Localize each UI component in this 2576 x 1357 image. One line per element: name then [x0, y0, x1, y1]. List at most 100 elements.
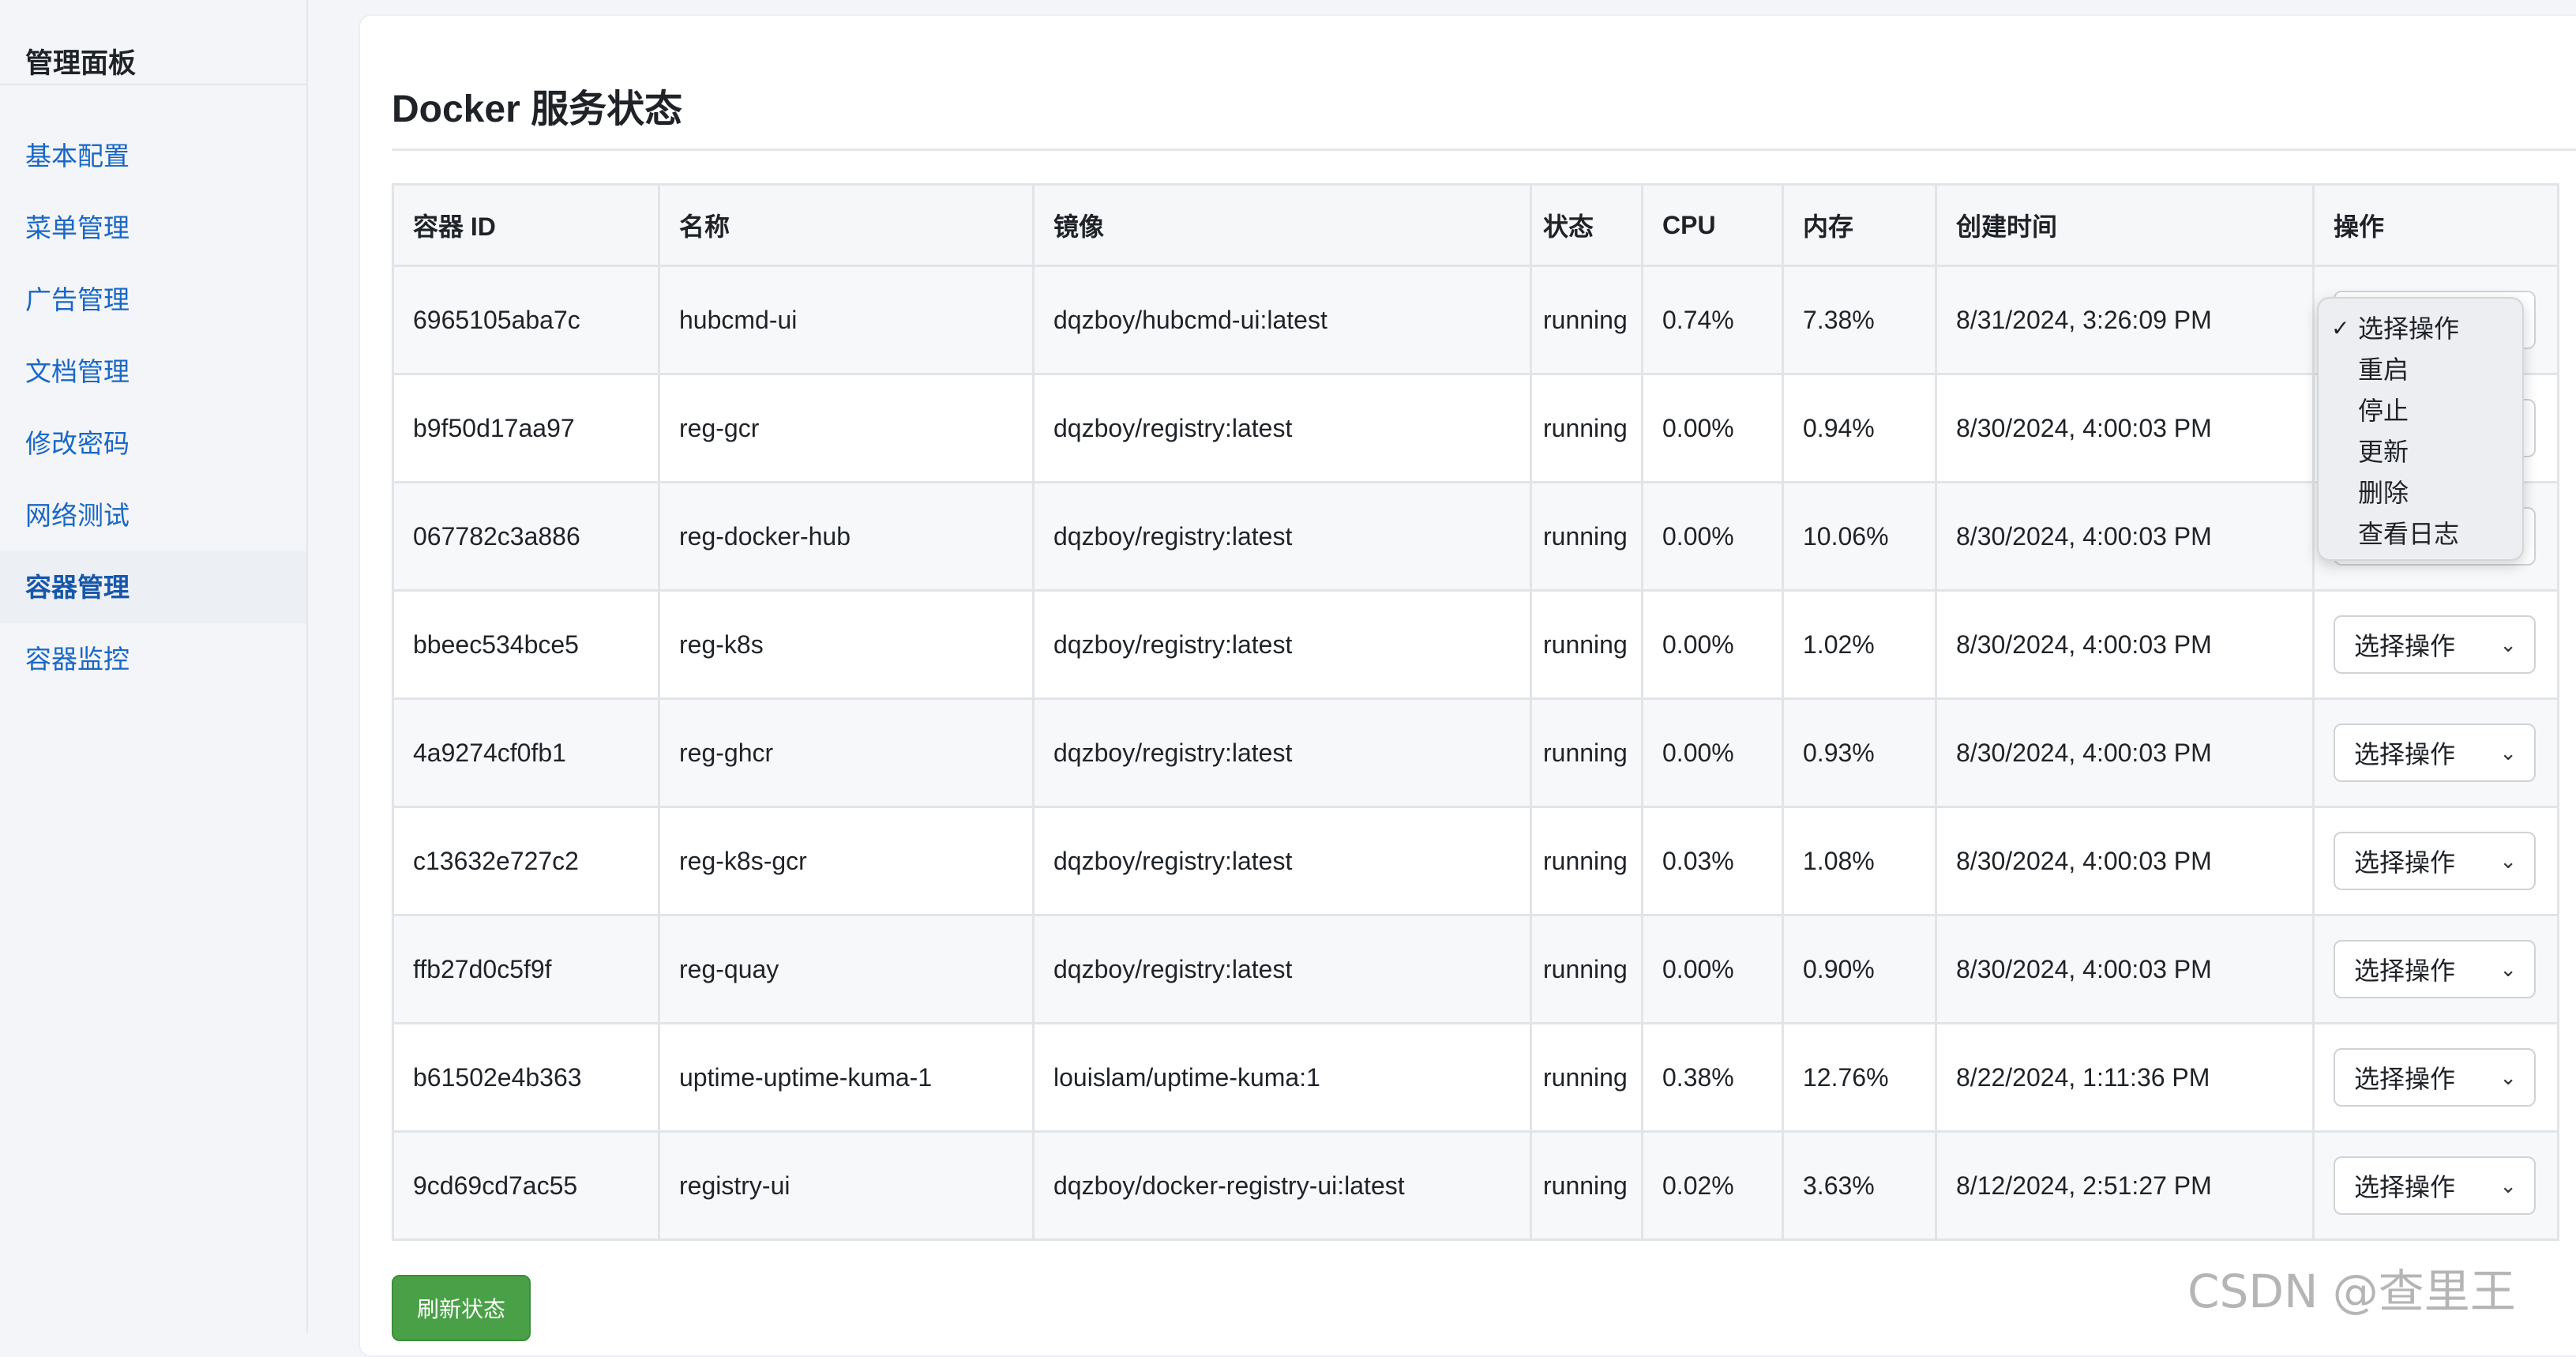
- cell-created: 8/30/2024, 4:00:03 PM: [1935, 697, 2315, 808]
- cell-status: running: [1530, 914, 1643, 1024]
- action-select-label: 选择操作: [2354, 1065, 2456, 1093]
- cell-created: 8/22/2024, 1:11:36 PM: [1935, 1022, 2315, 1133]
- cell-cpu: 0.00%: [1641, 373, 1784, 483]
- cell-container-id: bbeec534bce5: [392, 589, 660, 700]
- column-header-actions: 操作: [2312, 183, 2559, 267]
- cell-actions: 选择操作 ⌄: [2312, 1130, 2559, 1241]
- table-row: 6965105aba7c hubcmd-ui dqzboy/hubcmd-ui:la…: [392, 265, 2559, 375]
- table-body: 6965105aba7c hubcmd-ui dqzboy/hubcmd-ui:la…: [392, 265, 2559, 1241]
- cell-image: dqzboy/hubcmd-ui:latest: [1032, 265, 1532, 375]
- cell-memory: 3.63%: [1782, 1130, 1937, 1241]
- sidebar-item-container-monitor[interactable]: 容器监控: [0, 623, 306, 695]
- chevron-down-icon: ⌄: [2499, 1173, 2517, 1197]
- cell-name: reg-ghcr: [658, 697, 1035, 808]
- cell-status: running: [1530, 265, 1643, 375]
- column-header-name: 名称: [658, 183, 1035, 267]
- table-row: c13632e727c2 reg-k8s-gcr dqzboy/registry:l…: [392, 806, 2559, 916]
- column-header-memory: 内存: [1782, 183, 1937, 267]
- column-header-image: 镜像: [1032, 183, 1532, 267]
- cell-container-id: 067782c3a886: [392, 481, 660, 592]
- action-select-label: 选择操作: [2354, 632, 2456, 660]
- cell-memory: 1.08%: [1782, 806, 1937, 916]
- menu-option-restart[interactable]: 重启: [2319, 349, 2522, 390]
- action-select-label: 选择操作: [2354, 1173, 2456, 1201]
- cell-cpu: 0.00%: [1641, 481, 1784, 592]
- cell-image: dqzboy/registry:latest: [1032, 806, 1532, 916]
- cell-memory: 0.90%: [1782, 914, 1937, 1024]
- title-divider: [392, 148, 2576, 151]
- cell-created: 8/12/2024, 2:51:27 PM: [1935, 1130, 2315, 1241]
- cell-actions: 选择操作 ⌄: [2312, 589, 2559, 700]
- menu-option-stop[interactable]: 停止: [2319, 390, 2522, 431]
- table-row: 9cd69cd7ac55 registry-ui dqzboy/docker-reg…: [392, 1130, 2559, 1241]
- cell-image: dqzboy/registry:latest: [1032, 589, 1532, 700]
- sidebar-nav: 基本配置 菜单管理 广告管理 文档管理 修改密码 网络测试 容器管理 容器监控: [0, 120, 306, 695]
- table-row: bbeec534bce5 reg-k8s dqzboy/registry:lates…: [392, 589, 2559, 700]
- cell-container-id: 6965105aba7c: [392, 265, 660, 375]
- sidebar-item-basic-config[interactable]: 基本配置: [0, 120, 306, 192]
- cell-created: 8/30/2024, 4:00:03 PM: [1935, 589, 2315, 700]
- action-select[interactable]: 选择操作 ⌄: [2334, 832, 2536, 890]
- cell-actions: 选择操作 ⌄: [2312, 914, 2559, 1024]
- cell-created: 8/30/2024, 4:00:03 PM: [1935, 373, 2315, 483]
- cell-name: reg-docker-hub: [658, 481, 1035, 592]
- cell-name: reg-k8s-gcr: [658, 806, 1035, 916]
- action-select-label: 选择操作: [2354, 740, 2456, 769]
- cell-image: dqzboy/registry:latest: [1032, 914, 1532, 1024]
- column-header-created: 创建时间: [1935, 183, 2315, 267]
- table-row: ffb27d0c5f9f reg-quay dqzboy/registry:late…: [392, 914, 2559, 1024]
- cell-name: reg-gcr: [658, 373, 1035, 483]
- cell-image: dqzboy/registry:latest: [1032, 481, 1532, 592]
- cell-container-id: b9f50d17aa97: [392, 373, 660, 483]
- action-select[interactable]: 选择操作 ⌄: [2334, 615, 2536, 674]
- sidebar-item-change-password[interactable]: 修改密码: [0, 408, 306, 479]
- cell-created: 8/31/2024, 3:26:09 PM: [1935, 265, 2315, 375]
- cell-cpu: 0.02%: [1641, 1130, 1784, 1241]
- cell-name: reg-k8s: [658, 589, 1035, 700]
- cell-image: dqzboy/registry:latest: [1032, 373, 1532, 483]
- menu-option-update[interactable]: 更新: [2319, 431, 2522, 472]
- sidebar-item-network-test[interactable]: 网络测试: [0, 479, 306, 551]
- menu-option-select-action[interactable]: ✓ 选择操作: [2319, 308, 2522, 349]
- cell-status: running: [1530, 481, 1643, 592]
- action-select-label: 选择操作: [2354, 848, 2456, 877]
- checkmark-icon: ✓: [2331, 316, 2350, 340]
- sidebar-item-doc-management[interactable]: 文档管理: [0, 336, 306, 408]
- table-row: b9f50d17aa97 reg-gcr dqzboy/registry:lates…: [392, 373, 2559, 483]
- cell-cpu: 0.03%: [1641, 806, 1784, 916]
- sidebar-item-menu-management[interactable]: 菜单管理: [0, 192, 306, 264]
- table-row: 4a9274cf0fb1 reg-ghcr dqzboy/registry:late…: [392, 697, 2559, 808]
- cell-status: running: [1530, 373, 1643, 483]
- cell-cpu: 0.00%: [1641, 589, 1784, 700]
- chevron-down-icon: ⌄: [2499, 1065, 2517, 1089]
- cell-status: running: [1530, 806, 1643, 916]
- cell-cpu: 0.00%: [1641, 914, 1784, 1024]
- table-row: 067782c3a886 reg-docker-hub dqzboy/registr…: [392, 481, 2559, 592]
- cell-memory: 0.94%: [1782, 373, 1937, 483]
- cell-name: reg-quay: [658, 914, 1035, 1024]
- cell-status: running: [1530, 1130, 1643, 1241]
- container-table: 容器 ID 名称 镜像 状态 CPU 内存 创建时间 操作 6965105aba…: [392, 183, 2559, 1241]
- cell-container-id: b61502e4b363: [392, 1022, 660, 1133]
- column-header-cpu: CPU: [1641, 183, 1784, 267]
- sidebar-item-ad-management[interactable]: 广告管理: [0, 264, 306, 336]
- action-select[interactable]: 选择操作 ⌄: [2334, 1156, 2536, 1215]
- page-title: Docker 服务状态: [392, 88, 683, 130]
- action-select[interactable]: 选择操作 ⌄: [2334, 940, 2536, 998]
- cell-created: 8/30/2024, 4:00:03 PM: [1935, 806, 2315, 916]
- cell-memory: 0.93%: [1782, 697, 1937, 808]
- menu-option-delete[interactable]: 删除: [2319, 472, 2522, 513]
- cell-cpu: 0.74%: [1641, 265, 1784, 375]
- action-select[interactable]: 选择操作 ⌄: [2334, 724, 2536, 782]
- cell-status: running: [1530, 1022, 1643, 1133]
- chevron-down-icon: ⌄: [2499, 957, 2517, 981]
- sidebar-item-container-management[interactable]: 容器管理: [0, 551, 306, 623]
- table-row: b61502e4b363 uptime-uptime-kuma-1 louislam…: [392, 1022, 2559, 1133]
- action-select[interactable]: 选择操作 ⌄: [2334, 1048, 2536, 1107]
- cell-cpu: 0.00%: [1641, 697, 1784, 808]
- watermark: CSDN @查里王: [2187, 1265, 2516, 1318]
- cell-memory: 7.38%: [1782, 265, 1937, 375]
- cell-created: 8/30/2024, 4:00:03 PM: [1935, 914, 2315, 1024]
- menu-option-view-logs[interactable]: 查看日志: [2319, 513, 2522, 554]
- refresh-status-button[interactable]: 刷新状态: [392, 1275, 531, 1341]
